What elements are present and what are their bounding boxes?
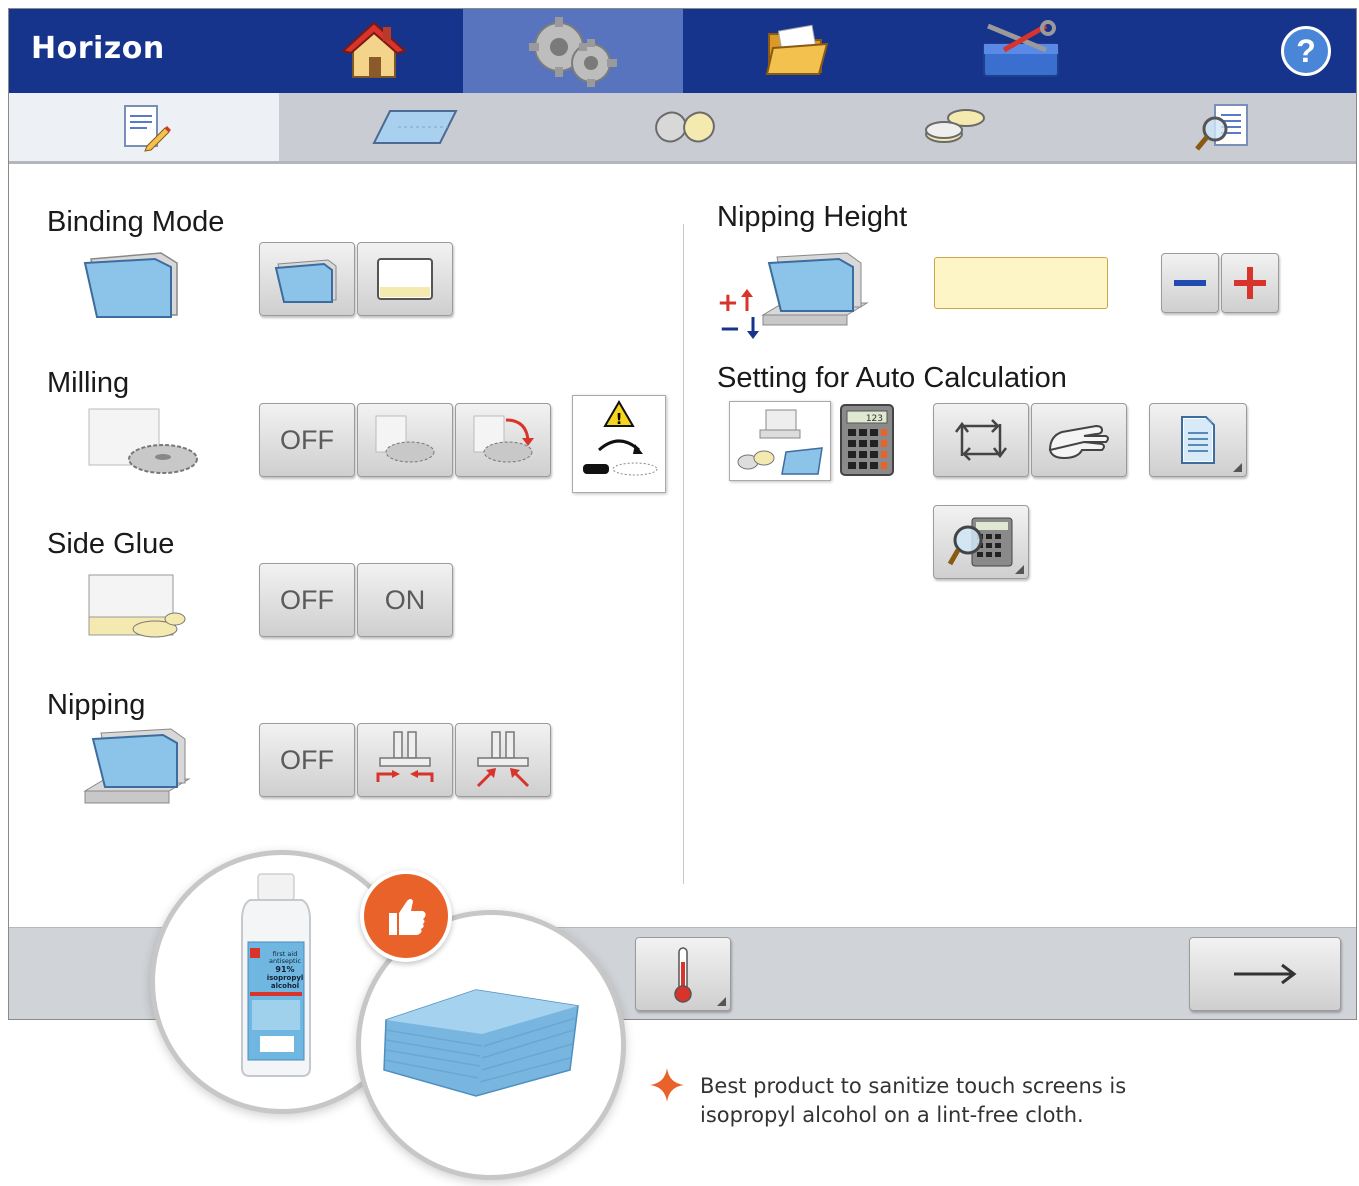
milling-off-button[interactable]: OFF bbox=[259, 403, 355, 477]
calculator-icon: 123 bbox=[840, 404, 894, 476]
svg-text:antiseptic: antiseptic bbox=[269, 957, 301, 965]
svg-text:!: ! bbox=[616, 410, 623, 428]
thumbs-up-icon bbox=[389, 899, 426, 935]
thumbs-up-badge bbox=[360, 870, 452, 962]
auto-calc-document-button[interactable] bbox=[1149, 403, 1247, 477]
side-glue-icon bbox=[88, 574, 186, 638]
nav-settings[interactable] bbox=[463, 9, 683, 93]
nipping-height-increase-button[interactable] bbox=[1221, 253, 1279, 313]
nav-home[interactable] bbox=[285, 9, 463, 93]
glue-pots-icon bbox=[925, 109, 985, 143]
auto-swap-icon bbox=[955, 419, 1007, 461]
tab-edit[interactable] bbox=[9, 93, 279, 161]
nipping-parallel-button[interactable] bbox=[357, 723, 453, 797]
nav-files[interactable] bbox=[683, 9, 909, 93]
gears-icon bbox=[529, 17, 617, 87]
binding-mode-label: Binding Mode bbox=[47, 206, 225, 238]
binding-mode-pad-button[interactable] bbox=[357, 242, 453, 316]
top-bar: Horizon ? bbox=[9, 9, 1356, 93]
svg-text:alcohol: alcohol bbox=[271, 982, 299, 990]
nipping-off-button[interactable]: OFF bbox=[259, 723, 355, 797]
svg-text:isopropyl: isopropyl bbox=[267, 974, 304, 982]
thermometer-icon bbox=[674, 947, 692, 1003]
padding-icon bbox=[377, 258, 433, 300]
milling-label: Milling bbox=[47, 367, 130, 399]
nipping-label: Nipping bbox=[47, 689, 146, 721]
warning-icon: ! bbox=[583, 400, 658, 476]
tip-line-1: Best product to sanitize touch screens i… bbox=[700, 1074, 1127, 1098]
milling-icon bbox=[88, 408, 198, 474]
edit-document-icon bbox=[124, 105, 171, 152]
submenu-corner-icon bbox=[1015, 565, 1024, 574]
toolbox-icon bbox=[983, 20, 1059, 77]
nipping-angled-button[interactable] bbox=[455, 723, 551, 797]
orange-star-icon bbox=[650, 1068, 684, 1102]
plus-icon bbox=[1234, 267, 1266, 299]
nipping-parallel-icon bbox=[376, 731, 434, 782]
tab-glue[interactable] bbox=[821, 93, 1091, 161]
milling-on-button[interactable] bbox=[357, 403, 453, 477]
sheet-icon bbox=[372, 110, 458, 144]
tip-line-2: isopropyl alcohol on a lint-free cloth. bbox=[700, 1103, 1084, 1127]
help-icon: ? bbox=[1281, 26, 1331, 76]
binding-mode-book-button[interactable] bbox=[259, 242, 355, 316]
nipping-angled-icon bbox=[476, 731, 530, 788]
brand-logo: Horizon bbox=[31, 31, 165, 66]
document-icon bbox=[1181, 416, 1215, 464]
auto-calc-auto-button[interactable] bbox=[933, 403, 1029, 477]
milling-icon bbox=[375, 415, 435, 463]
auto-calc-manual-button[interactable] bbox=[1031, 403, 1127, 477]
calculator-search-icon bbox=[947, 517, 1013, 567]
nipping-height-icon: + − bbox=[717, 252, 869, 341]
submenu-corner-icon bbox=[1233, 463, 1242, 472]
side-glue-label: Side Glue bbox=[47, 528, 175, 560]
home-icon bbox=[341, 21, 407, 78]
milling-warning-panel[interactable]: ! bbox=[572, 395, 666, 493]
auto-calc-source-panel[interactable] bbox=[729, 401, 831, 481]
auto-calc-check-button[interactable] bbox=[933, 505, 1029, 579]
hand-icon bbox=[1048, 424, 1109, 460]
milling-rotate-button[interactable] bbox=[455, 403, 551, 477]
nipping-height-label: Nipping Height bbox=[717, 201, 908, 233]
side-glue-off-button[interactable]: OFF bbox=[259, 563, 355, 637]
arrow-right-icon bbox=[1234, 963, 1297, 985]
side-glue-on-button[interactable]: ON bbox=[357, 563, 453, 637]
auto-calc-label: Setting for Auto Calculation bbox=[717, 362, 1067, 394]
help-button[interactable]: ? bbox=[1261, 9, 1351, 93]
next-button[interactable] bbox=[1189, 937, 1341, 1011]
sub-tab-bar bbox=[9, 93, 1356, 164]
svg-text:91%: 91% bbox=[275, 965, 294, 974]
submenu-corner-icon bbox=[717, 997, 726, 1006]
nipping-height-decrease-button[interactable] bbox=[1161, 253, 1219, 313]
binding-mode-icon bbox=[83, 252, 178, 318]
folder-icon bbox=[765, 24, 829, 75]
sanitize-tip-text: Best product to sanitize touch screens i… bbox=[700, 1072, 1200, 1130]
rollers-icon bbox=[655, 111, 715, 143]
book-cover-icon bbox=[274, 259, 337, 303]
nipping-icon bbox=[83, 728, 191, 804]
tab-sheet[interactable] bbox=[279, 93, 551, 161]
minus-icon bbox=[1174, 280, 1206, 286]
temperature-button[interactable] bbox=[635, 937, 731, 1011]
tab-rollers[interactable] bbox=[551, 93, 821, 161]
preview-icon bbox=[1194, 104, 1248, 151]
book-materials-icon bbox=[737, 409, 823, 475]
svg-text:123: 123 bbox=[866, 414, 883, 424]
tab-preview[interactable] bbox=[1091, 93, 1356, 161]
nipping-height-input[interactable] bbox=[934, 257, 1108, 309]
svg-text:−: − bbox=[719, 314, 741, 341]
milling-rotate-icon bbox=[473, 415, 534, 463]
column-divider bbox=[683, 224, 684, 884]
nav-maintenance[interactable] bbox=[909, 9, 1133, 93]
